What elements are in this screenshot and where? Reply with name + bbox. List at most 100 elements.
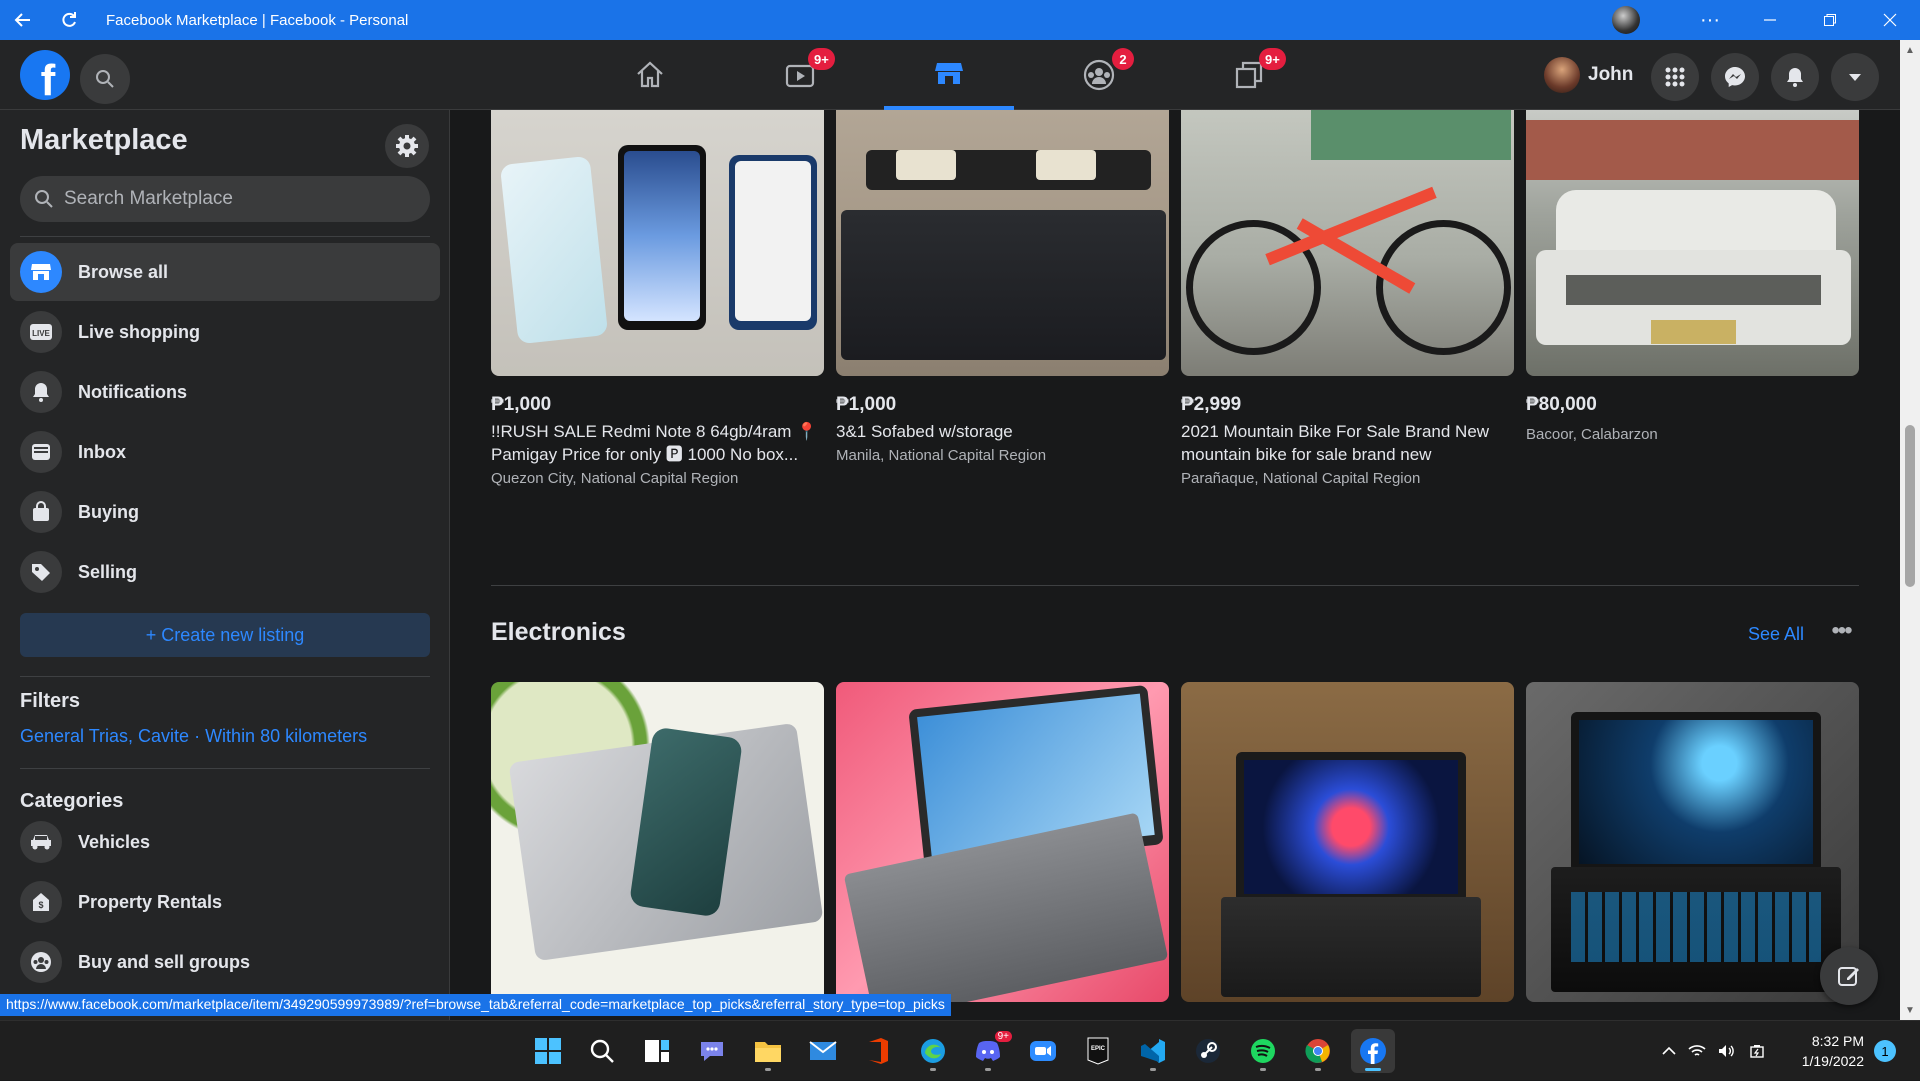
volume-icon[interactable] <box>1712 1044 1742 1058</box>
scroll-up-icon[interactable]: ▲ <box>1900 40 1920 60</box>
scroll-down-icon[interactable]: ▼ <box>1900 1000 1920 1020</box>
search-marketplace-field[interactable] <box>20 176 430 222</box>
filters-heading: Filters <box>20 690 81 712</box>
listing-location: Manila, National Capital Region <box>836 447 1047 464</box>
notifications-bell-icon[interactable] <box>1771 53 1819 101</box>
facebook-header: f 9+ 2 9+ John <box>0 40 1900 110</box>
browser-profile-avatar[interactable] <box>1612 6 1640 34</box>
discord-badge: 9+ <box>994 1031 1012 1042</box>
sidebar-item-label: Notifications <box>78 381 188 402</box>
task-view-icon[interactable] <box>635 1029 679 1073</box>
listing-card-car[interactable]: ₱80,000 Bacoor, Calabarzon <box>1526 110 1859 443</box>
sidebar-item-browse-all[interactable]: Browse all <box>10 243 440 301</box>
more-options-icon[interactable]: ··· <box>1680 0 1740 40</box>
listing-image <box>1526 682 1859 1002</box>
inbox-icon <box>20 431 62 473</box>
sidebar-item-label: Buying <box>78 501 139 522</box>
steam-icon[interactable] <box>1186 1029 1230 1073</box>
windows-start-icon[interactable] <box>526 1029 570 1073</box>
category-vehicles[interactable]: Vehicles <box>10 813 440 871</box>
listing-location: Bacoor, Calabarzon <box>1526 426 1658 443</box>
office-icon[interactable] <box>856 1029 900 1073</box>
search-icon[interactable] <box>80 54 130 104</box>
sidebar-item-selling[interactable]: Selling <box>10 543 440 601</box>
marketplace-sidebar: Marketplace Browse all LIVE Live shoppin… <box>0 110 450 1020</box>
listing-card-mountain-bike[interactable]: ₱2,999 2021 Mountain Bike For Sale Brand… <box>1181 110 1514 487</box>
watch-badge: 9+ <box>808 48 835 70</box>
bag-icon <box>20 491 62 533</box>
create-new-listing-button[interactable]: + Create new listing <box>20 613 430 657</box>
marketplace-icon[interactable] <box>884 40 1014 110</box>
sidebar-item-label: Selling <box>78 561 138 582</box>
vs-code-icon[interactable] <box>1131 1029 1175 1073</box>
page-scrollbar[interactable]: ▲ ▼ <box>1900 40 1920 1020</box>
gaming-badge: 9+ <box>1259 48 1286 70</box>
live-icon: LIVE <box>20 311 62 353</box>
gaming-icon[interactable]: 9+ <box>1184 40 1314 110</box>
running-indicator <box>1150 1068 1156 1071</box>
menu-grid-icon[interactable] <box>1651 53 1699 101</box>
close-icon[interactable] <box>1860 0 1920 40</box>
listing-image <box>491 110 824 376</box>
listing-price: ₱2,999 <box>1181 394 1242 415</box>
chevron-up-icon[interactable] <box>1656 1046 1682 1056</box>
bell-icon <box>20 371 62 413</box>
minimize-icon[interactable] <box>1740 0 1800 40</box>
taskbar-clock[interactable]: 8:32 PM 1/19/2022 <box>1792 1031 1864 1071</box>
compose-icon[interactable] <box>1820 947 1878 1005</box>
facebook-app-icon[interactable] <box>1351 1029 1395 1073</box>
listing-card-electronics[interactable] <box>836 682 1169 1002</box>
category-label: Property Rentals <box>78 891 223 912</box>
search-icon <box>35 190 53 208</box>
profile-button[interactable]: John <box>1542 54 1641 96</box>
notification-center-badge[interactable]: 1 <box>1874 1040 1896 1062</box>
mail-icon[interactable] <box>801 1029 845 1073</box>
more-options-icon[interactable]: ••• <box>1823 616 1859 646</box>
listing-title-line: Pamigay Price for only 🅿 1000 No box... <box>491 445 799 464</box>
listing-card-electronics[interactable] <box>1526 682 1859 1002</box>
scroll-thumb[interactable] <box>1905 425 1915 587</box>
running-indicator <box>930 1068 936 1071</box>
battery-icon[interactable] <box>1742 1043 1772 1059</box>
restore-icon[interactable] <box>1800 0 1860 40</box>
page-title: Marketplace <box>20 124 188 156</box>
location-filter-link[interactable]: General Trias, Cavite · Within 80 kilome… <box>20 726 367 747</box>
back-arrow-icon[interactable] <box>0 0 46 40</box>
sidebar-item-inbox[interactable]: Inbox <box>10 423 440 481</box>
settings-gear-icon[interactable] <box>385 124 429 168</box>
discord-icon[interactable]: 9+ <box>966 1029 1012 1073</box>
file-explorer-icon[interactable] <box>746 1029 790 1073</box>
home-icon[interactable] <box>585 40 715 110</box>
sidebar-item-buying[interactable]: Buying <box>10 483 440 541</box>
clock-time: 8:32 PM <box>1811 1033 1864 1049</box>
sidebar-item-notifications[interactable]: Notifications <box>10 363 440 421</box>
listing-card-electronics[interactable] <box>1181 682 1514 1002</box>
watch-icon[interactable]: 9+ <box>735 40 865 110</box>
messenger-icon[interactable] <box>1711 53 1759 101</box>
facebook-logo-icon[interactable]: f <box>20 50 70 100</box>
wifi-icon[interactable] <box>1682 1044 1712 1058</box>
listing-card-electronics[interactable] <box>491 682 824 1002</box>
groups-icon[interactable]: 2 <box>1034 40 1164 110</box>
listing-card-sofabed[interactable]: ₱1,000 3&1 Sofabed w/storage Manila, Nat… <box>836 110 1169 464</box>
zoom-icon[interactable] <box>1021 1029 1065 1073</box>
account-dropdown-icon[interactable] <box>1831 53 1879 101</box>
refresh-icon[interactable] <box>46 0 92 40</box>
sidebar-item-label: Browse all <box>78 261 169 282</box>
tag-icon <box>20 551 62 593</box>
category-property-rentals[interactable]: $ Property Rentals <box>10 873 440 931</box>
teams-chat-icon[interactable] <box>690 1029 734 1073</box>
listing-image <box>1181 110 1514 376</box>
epic-games-icon[interactable]: EPIC <box>1076 1029 1120 1073</box>
search-icon[interactable] <box>580 1029 624 1073</box>
listing-card-phones[interactable]: ₱1,000 !!RUSH SALE Redmi Note 8 64gb/4ra… <box>491 110 824 487</box>
sidebar-item-live-shopping[interactable]: LIVE Live shopping <box>10 303 440 361</box>
see-all-link[interactable]: See All <box>1748 624 1804 645</box>
category-buy-and-sell-groups[interactable]: Buy and sell groups <box>10 933 440 991</box>
chrome-icon[interactable] <box>1296 1029 1340 1073</box>
edge-browser-icon[interactable] <box>911 1029 955 1073</box>
search-marketplace-input[interactable] <box>64 188 404 210</box>
spotify-icon[interactable] <box>1241 1029 1285 1073</box>
running-indicator <box>1260 1068 1266 1071</box>
shop-icon <box>20 251 62 293</box>
